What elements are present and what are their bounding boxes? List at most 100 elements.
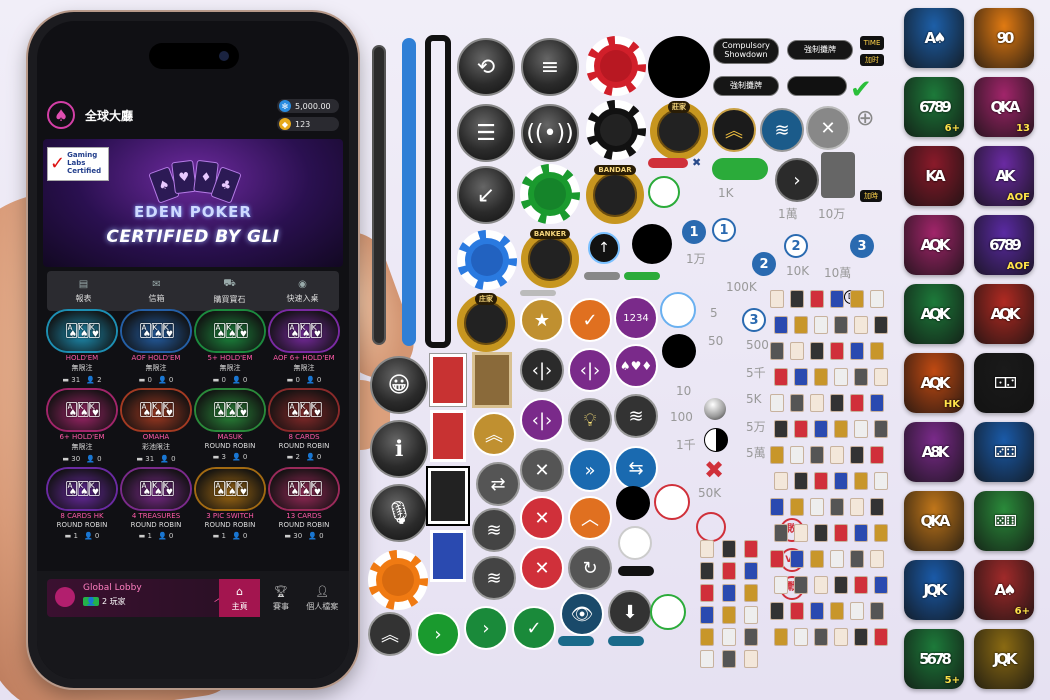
suits-button[interactable]: ♠♥♦ bbox=[614, 344, 658, 388]
app-icon[interactable]: 90 bbox=[974, 8, 1034, 68]
app-icon[interactable]: 6789 AOF bbox=[974, 215, 1034, 275]
star-button[interactable]: ★ bbox=[520, 298, 564, 342]
info-button[interactable]: ℹ bbox=[370, 420, 428, 478]
app-icon[interactable]: ⚀⚁ bbox=[974, 353, 1034, 413]
chevron-up-gold-button[interactable]: ︽ bbox=[472, 412, 516, 456]
game-tile[interactable]: 🂡🂮🂾 MASUK ROUND ROBIN ▬ 3 👤 0 bbox=[195, 390, 265, 463]
bottom-nav: Global Lobby 👤2 玩家 ︿ ⌂ 主頁 🏆︎ 賽事 👤︎ 個人檔案 bbox=[37, 571, 349, 679]
signal-button[interactable]: ((•)) bbox=[521, 104, 579, 162]
game-tile[interactable]: 🂡🂮🂾 OMAHA 彩池限注 ▬ 31 👤 0 bbox=[121, 390, 191, 463]
split-button[interactable]: ‹|› bbox=[520, 348, 564, 392]
close-button[interactable]: ✕ bbox=[806, 106, 850, 150]
next-green-button-2[interactable]: › bbox=[464, 606, 508, 650]
app-icon[interactable]: ⚂⚃ bbox=[974, 422, 1034, 482]
spade-logo-icon[interactable]: ♠ bbox=[47, 101, 75, 129]
redo-button[interactable]: ↻ bbox=[568, 546, 612, 590]
fold-button[interactable]: ✕ bbox=[520, 448, 564, 492]
next-green-button[interactable]: › bbox=[416, 612, 460, 656]
scrollbar-track-dark[interactable] bbox=[372, 45, 386, 345]
playing-cards-icon: 🂡🂮🂾 bbox=[287, 402, 323, 418]
emoji-button[interactable]: 😀 bbox=[370, 356, 428, 414]
mailbox-button[interactable]: ✉ 信箱 bbox=[120, 271, 193, 311]
force-showdown-pill-2[interactable]: 強制攤牌 bbox=[713, 76, 779, 96]
report-list-button[interactable]: ☰ bbox=[457, 104, 515, 162]
game-tile[interactable]: 🂡🂮🂾 AOF 6+ HOLD'EM 無限注 ▬ 0 👤 0 bbox=[269, 311, 339, 384]
app-icon[interactable]: ⚄⚅ bbox=[974, 491, 1034, 551]
fold-button-red[interactable]: ✕ bbox=[520, 496, 564, 540]
game-tile[interactable]: 🂡🂮🂾 4 TREASURES ROUND ROBIN ▬ 1 👤 0 bbox=[121, 469, 191, 540]
next-button[interactable]: › bbox=[775, 158, 819, 202]
download-button[interactable]: ⬇ bbox=[608, 590, 652, 634]
history-button[interactable]: ⟲ bbox=[457, 38, 515, 96]
compulsory-showdown-pill[interactable]: Compulsory Showdown bbox=[713, 38, 779, 64]
coin-balance[interactable]: ✻ 5,000.00 bbox=[277, 99, 339, 113]
close-icon: ✕ bbox=[534, 507, 550, 529]
chip-stack-button-3[interactable]: ≋ bbox=[472, 556, 516, 600]
close-icon: ✕ bbox=[534, 459, 550, 481]
dice-button[interactable]: 1234 bbox=[614, 296, 658, 340]
game-tile[interactable]: 🂡🂮🂾 13 CARDS ROUND ROBIN ▬ 30 👤 0 bbox=[269, 469, 339, 540]
tab-profile[interactable]: 👤︎ 個人檔案 bbox=[302, 579, 343, 617]
game-tile[interactable]: 🂡🂮🂾 3 PIC SWITCH ROUND ROBIN ▬ 1 👤 0 bbox=[195, 469, 265, 540]
confirm-button-orange[interactable]: ✓ bbox=[568, 298, 612, 342]
split-button-purple[interactable]: ‹|› bbox=[568, 348, 612, 392]
menu-button[interactable]: ≡ bbox=[521, 38, 579, 96]
green-chip-icon bbox=[520, 164, 580, 224]
app-icon[interactable]: JQK bbox=[904, 560, 964, 620]
chips-button[interactable]: ≋ bbox=[614, 394, 658, 438]
app-icon[interactable]: AQK bbox=[904, 215, 964, 275]
app-icon[interactable]: 6789 6+ bbox=[904, 77, 964, 137]
hint-button[interactable]: 💡︎ bbox=[568, 398, 612, 442]
app-icon[interactable]: 5678 5+ bbox=[904, 629, 964, 689]
app-icon[interactable]: A♠ bbox=[904, 8, 964, 68]
game-tile[interactable]: 🂡🂮🂾 8 CARDS ROUND ROBIN ▬ 2 👤 0 bbox=[269, 390, 339, 463]
app-icon[interactable]: AQK bbox=[974, 284, 1034, 344]
globe-icon[interactable]: ⊕ bbox=[856, 106, 874, 131]
fast-forward-button[interactable]: » bbox=[568, 448, 612, 492]
split-button-purple-2[interactable]: ‹|› bbox=[520, 398, 564, 442]
app-icon[interactable]: QKA 13 bbox=[974, 77, 1034, 137]
game-tile[interactable]: 🂡🂮🂾 5+ HOLD'EM 無限注 ▬ 0 👤 0 bbox=[195, 311, 265, 384]
refresh-button[interactable]: ⇆ bbox=[614, 446, 658, 490]
tab-home[interactable]: ⌂ 主頁 bbox=[219, 579, 261, 617]
up-button[interactable]: ︽ bbox=[368, 612, 412, 656]
force-showdown-pill[interactable]: 強制攤牌 bbox=[787, 40, 853, 60]
up-arrow-button[interactable]: ↑ bbox=[588, 232, 620, 264]
app-icon[interactable]: A♠ 6+ bbox=[974, 560, 1034, 620]
gem-balance[interactable]: ◆ 123 bbox=[277, 117, 339, 131]
app-icon[interactable]: AQK bbox=[904, 284, 964, 344]
fold-button-red-2[interactable]: ✕ bbox=[520, 546, 564, 590]
raise-button[interactable]: ︿ bbox=[568, 496, 612, 540]
mic-button[interactable]: 🎙︎ bbox=[370, 484, 428, 542]
app-icon[interactable]: JQK bbox=[974, 629, 1034, 689]
app-icon[interactable]: AQK HK bbox=[904, 353, 964, 413]
friends-count: 👤 0 bbox=[231, 453, 248, 461]
app-icon[interactable]: KA bbox=[904, 146, 964, 206]
report-button[interactable]: ▤ 報表 bbox=[47, 271, 120, 311]
game-tile[interactable]: 🂡🂮🂾 HOLD'EM 無限注 ▬ 31 👤 2 bbox=[47, 311, 117, 384]
app-icon[interactable]: AK AOF bbox=[974, 146, 1034, 206]
tab-label: 賽事 bbox=[272, 601, 289, 611]
tab-tournaments[interactable]: 🏆︎ 賽事 bbox=[260, 579, 301, 617]
chip-stack-button-2[interactable]: ≋ bbox=[472, 508, 516, 552]
app-icon[interactable]: QKA bbox=[904, 491, 964, 551]
game-tile[interactable]: 🂡🂮🂾 8 CARDS HK ROUND ROBIN ▬ 1 👤 0 bbox=[47, 469, 117, 540]
swap-button[interactable]: ⇄ bbox=[476, 462, 520, 506]
game-tile[interactable]: 🂡🂮🂾 AOF HOLD'EM 無限注 ▬ 0 👤 0 bbox=[121, 311, 191, 384]
scrollbar-track-blue[interactable] bbox=[402, 38, 416, 346]
playing-cards-icon: 🂡🂮🂾 bbox=[65, 402, 101, 418]
watch-button[interactable]: 👁︎ bbox=[560, 592, 604, 636]
buy-gems-button[interactable]: ⛟ 購買寶石 bbox=[193, 271, 266, 311]
promo-banner[interactable]: ✓ Gaming Labs Certified ♠ ♥ ♦ ♣ EDEN POK… bbox=[43, 139, 343, 267]
exit-button[interactable]: ↙ bbox=[457, 166, 515, 224]
game-tile[interactable]: 🂡🂮🂾 6+ HOLD'EM 無限注 ▬ 30 👤 0 bbox=[47, 390, 117, 463]
green-pill-button[interactable] bbox=[712, 158, 768, 180]
quick-join-button[interactable]: ◉ 快速入桌 bbox=[266, 271, 339, 311]
empty-pill[interactable] bbox=[787, 76, 847, 96]
app-icon[interactable]: A8K bbox=[904, 422, 964, 482]
global-lobby-panel[interactable]: Global Lobby 👤2 玩家 ︿ bbox=[47, 579, 233, 617]
chevron-up-button[interactable]: ︽ bbox=[712, 108, 756, 152]
confirm-green-button[interactable]: ✓ bbox=[512, 606, 556, 650]
chip-stack-button[interactable]: ≋ bbox=[760, 108, 804, 152]
scrollbar-frame[interactable] bbox=[425, 35, 451, 348]
